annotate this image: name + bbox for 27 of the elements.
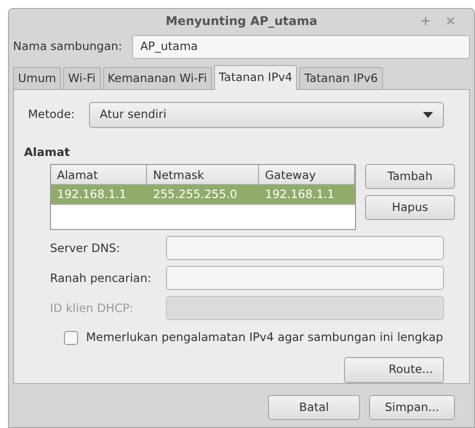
remove-button[interactable]: Hapus: [365, 195, 455, 220]
tab[interactable]: Kemananan Wi-Fi: [102, 67, 212, 89]
checkbox[interactable]: [64, 330, 78, 345]
add-button[interactable]: Tambah: [365, 164, 455, 190]
route-button[interactable]: Route...: [344, 356, 444, 383]
save-button[interactable]: Simpan...: [369, 395, 455, 420]
connection-name-field[interactable]: AP_utama: [132, 35, 470, 59]
checkbox-label: Memerlukan pengalamatan IPv4 agar sambungan ini lengkap: [86, 329, 444, 346]
section-heading: Alamat: [24, 144, 70, 161]
text-field[interactable]: [166, 236, 444, 260]
tab[interactable]: Wi-Fi: [63, 67, 101, 89]
tab[interactable]: Umum: [13, 67, 62, 89]
method-dropdown[interactable]: Atur sendiri: [88, 102, 444, 128]
dropdown-arrow-icon: [423, 112, 433, 118]
window-title: Menyunting AP_utama: [166, 13, 318, 30]
field-label: Nama sambungan:: [13, 38, 122, 56]
column-header: Gateway: [259, 165, 355, 184]
column-header: Netmask: [147, 165, 259, 184]
field-label: Metode:: [28, 106, 75, 124]
field-label: Ranah pencarian:: [50, 270, 152, 287]
tab[interactable]: Tatanan IPv6: [299, 67, 383, 89]
field-label: ID klien DHCP:: [50, 300, 134, 317]
text-field[interactable]: [166, 266, 444, 290]
cancel-button[interactable]: Batal: [268, 395, 360, 420]
column-header: Alamat: [51, 165, 147, 184]
field-label: Server DNS:: [50, 240, 121, 257]
tab[interactable]: Tatanan IPv4: [214, 65, 298, 90]
